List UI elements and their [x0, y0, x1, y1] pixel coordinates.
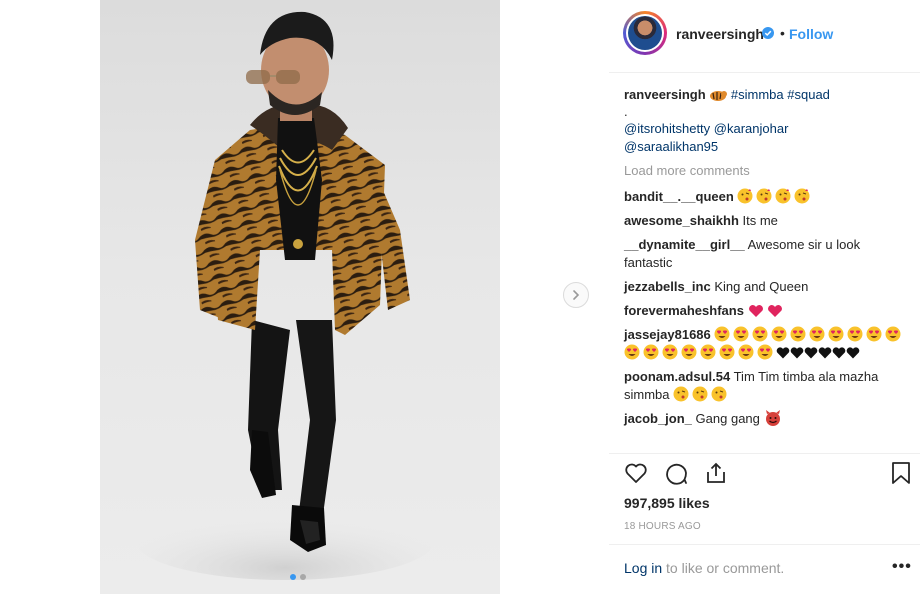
heart-eyes-emoji — [866, 326, 882, 342]
heart-eyes-emoji — [757, 344, 773, 360]
comment: __dynamite__girl__ Awesome sir u look fa… — [624, 236, 912, 272]
comment-username[interactable]: awesome_shaikhh — [624, 213, 739, 228]
more-options-button[interactable]: ••• — [892, 558, 912, 576]
chevron-right-icon — [573, 290, 580, 300]
person-photo-illustration — [135, 11, 435, 580]
caption-hashtags[interactable]: #simmba #squad — [731, 87, 830, 102]
heart-eyes-emoji — [681, 344, 697, 360]
caption-mentions-1[interactable]: @itsrohitshetty @karanjohar — [624, 120, 912, 138]
post-photo[interactable] — [100, 0, 500, 594]
heart-eyes-emoji — [847, 326, 863, 342]
caption-mentions-2[interactable]: @saraalikhan95 — [624, 138, 912, 156]
comment: forevermaheshfans — [624, 302, 912, 320]
header-username[interactable]: ranveersingh — [676, 26, 764, 42]
kiss-emoji — [737, 188, 810, 204]
kiss-emoji — [673, 386, 727, 402]
carousel-dot — [300, 574, 306, 580]
caption-dot: . — [624, 104, 628, 119]
login-link[interactable]: Log in — [624, 560, 662, 576]
black-heart-emoji — [818, 347, 832, 359]
comment: poonam.adsul.54 Tim Tim timba ala mazha … — [624, 368, 912, 404]
post-timestamp[interactable]: 18 HOURS AGO — [624, 521, 701, 532]
black-heart-emoji — [846, 347, 860, 359]
next-photo-button[interactable] — [563, 282, 589, 308]
login-prompt: Log in to like or comment. — [624, 560, 784, 576]
comment-icon[interactable] — [664, 461, 688, 485]
heart-eyes-emoji — [714, 326, 730, 342]
black-heart-emoji — [776, 347, 790, 359]
comment: jacob_jon_ Gang gang — [624, 410, 912, 428]
red-heart-emoji — [748, 305, 782, 317]
heart-eyes-emoji — [790, 326, 806, 342]
comment: bandit__.__queen — [624, 188, 912, 206]
divider — [609, 544, 920, 545]
carousel-dot-active — [290, 574, 296, 580]
heart-eyes-emoji — [738, 344, 754, 360]
comment-text: Its me — [742, 213, 778, 228]
black-heart-emoji — [790, 347, 804, 359]
caption-username[interactable]: ranveersingh — [624, 87, 706, 102]
heart-eyes-emoji — [643, 344, 659, 360]
devil-emoji — [765, 410, 780, 426]
heart-eyes-emoji — [809, 326, 825, 342]
heart-eyes-emoji — [733, 326, 749, 342]
comment-text: Gang gang — [695, 411, 760, 426]
comment-username[interactable]: jassejay81686 — [624, 327, 711, 342]
heart-eyes-emoji — [752, 326, 768, 342]
comment: awesome_shaikhh Its me — [624, 212, 912, 230]
heart-eyes-emoji — [700, 344, 716, 360]
heart-eyes-emoji — [885, 326, 901, 342]
heart-eyes-emoji — [719, 344, 735, 360]
login-prompt-text: to like or comment. — [662, 560, 785, 576]
avatar[interactable] — [623, 11, 667, 55]
caption: ranveersingh #simmba #squad . @itsrohits… — [624, 86, 912, 156]
heart-eyes-emoji — [662, 344, 678, 360]
carousel-indicator — [290, 574, 306, 580]
comments-list: ranveersingh #simmba #squad . @itsrohits… — [624, 86, 912, 454]
comment-emojis — [737, 188, 811, 204]
action-bar — [624, 461, 914, 487]
comment: jezzabells_inc King and Queen — [624, 278, 912, 296]
comment-username[interactable]: __dynamite__girl__ — [624, 237, 745, 252]
divider — [609, 453, 920, 454]
likes-count[interactable]: 997,895 likes — [624, 495, 710, 511]
comment-text: King and Queen — [714, 279, 809, 294]
heart-eyes-emoji — [828, 326, 844, 342]
comment-username[interactable]: poonam.adsul.54 — [624, 369, 730, 384]
post-header: ranveersingh • Follow — [609, 0, 920, 73]
comment: jassejay81686 — [624, 326, 912, 362]
heart-eyes-emoji — [624, 344, 640, 360]
header-separator: • — [780, 25, 785, 41]
avatar-image — [628, 16, 662, 50]
verified-badge-icon — [762, 27, 774, 39]
black-heart-emoji — [832, 347, 846, 359]
comment-username[interactable]: bandit__.__queen — [624, 189, 734, 204]
comment-username[interactable]: jezzabells_inc — [624, 279, 711, 294]
bookmark-icon[interactable] — [890, 461, 912, 485]
heart-eyes-emoji — [771, 326, 787, 342]
comment-username[interactable]: forevermaheshfans — [624, 303, 744, 318]
heart-icon[interactable] — [624, 461, 648, 485]
load-more-comments-button[interactable]: Load more comments — [624, 162, 912, 180]
share-icon[interactable] — [704, 461, 728, 485]
tiger-emoji — [710, 91, 728, 101]
follow-button[interactable]: Follow — [789, 26, 833, 42]
black-heart-emoji — [804, 347, 818, 359]
comment-username[interactable]: jacob_jon_ — [624, 411, 692, 426]
